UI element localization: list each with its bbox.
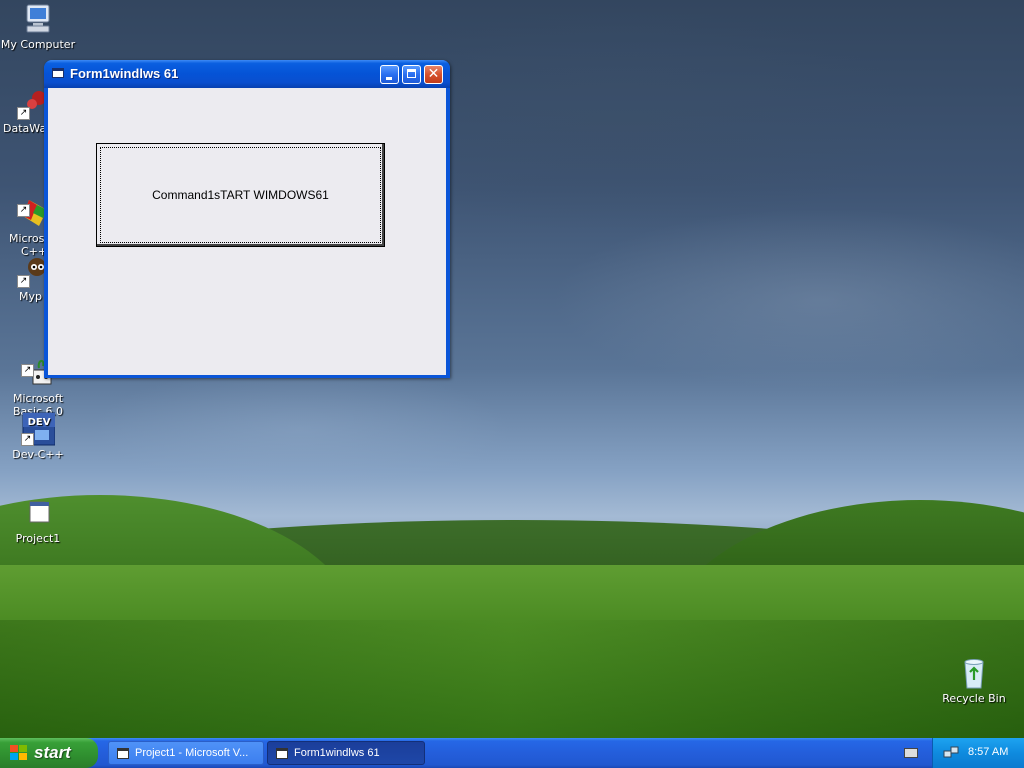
- command-button[interactable]: Command1sTART WIMDOWS61: [96, 143, 385, 247]
- desktop-icon-label: My Computer: [0, 38, 76, 51]
- start-button[interactable]: start: [0, 738, 98, 768]
- taskbar-item-label: Form1windlws 61: [294, 747, 380, 759]
- taskbar: start Project1 - Microsoft V... Form1win…: [0, 738, 1024, 768]
- windows-logo-icon: [10, 745, 28, 761]
- desktop-icon-label: Recycle Bin: [942, 692, 1006, 705]
- recycle-bin-icon: [957, 656, 991, 690]
- wallpaper-field-shade: [0, 620, 1024, 738]
- desktop-icon-label: Project1: [15, 532, 61, 545]
- desktop-icon-recycle-bin[interactable]: Recycle Bin: [936, 656, 1012, 705]
- system-tray: 8:57 AM: [932, 738, 1024, 768]
- form-icon: [276, 748, 288, 759]
- taskbar-item-label: Project1 - Microsoft V...: [135, 747, 249, 759]
- desktop-icon-my-computer[interactable]: My Computer: [0, 2, 76, 51]
- keyboard-icon[interactable]: [904, 748, 918, 758]
- vb-ide-icon: [117, 748, 129, 759]
- desktop: My Computer ↗ DataWa ↗ Microsoft C++ ↗ M…: [0, 0, 1024, 738]
- shortcut-arrow-icon: ↗: [17, 275, 30, 288]
- shortcut-arrow-icon: ↗: [17, 204, 30, 217]
- desktop-icon-label: Dev-C++: [12, 448, 64, 461]
- taskbar-item-project1[interactable]: Project1 - Microsoft V...: [108, 741, 264, 765]
- taskbar-item-form1[interactable]: Form1windlws 61: [267, 741, 425, 765]
- computer-icon: [21, 2, 55, 36]
- close-button[interactable]: ✕: [424, 65, 443, 84]
- minimize-button[interactable]: [380, 65, 399, 84]
- window-title: Form1windlws 61: [70, 66, 179, 81]
- command-button-label: Command1sTART WIMDOWS61: [152, 188, 329, 202]
- window-titlebar[interactable]: Form1windlws 61 ✕: [44, 60, 450, 88]
- app-window[interactable]: Form1windlws 61 ✕ Command1sTART WIMDOWS6…: [44, 60, 450, 378]
- desktop-icon-dev-cpp[interactable]: DEV ↗ Dev-C++: [0, 412, 76, 461]
- minimize-icon: [386, 77, 392, 80]
- shortcut-arrow-icon: ↗: [21, 364, 34, 377]
- network-icon[interactable]: [943, 745, 959, 759]
- desktop-icon-project1[interactable]: Project1: [0, 496, 76, 545]
- maximize-button[interactable]: [402, 65, 421, 84]
- clock[interactable]: 8:57 AM: [968, 746, 1008, 758]
- shortcut-arrow-icon: ↗: [17, 107, 30, 120]
- form-icon: [52, 68, 64, 78]
- maximize-icon: [407, 69, 416, 78]
- close-icon: ✕: [427, 66, 440, 82]
- svg-text:DEV: DEV: [28, 417, 51, 428]
- start-label: start: [34, 743, 71, 762]
- form-client-area: Command1sTART WIMDOWS61: [48, 88, 446, 375]
- vb-project-file-icon: [21, 496, 55, 530]
- dev-cpp-icon: DEV ↗: [21, 412, 56, 446]
- shortcut-arrow-icon: ↗: [21, 433, 34, 446]
